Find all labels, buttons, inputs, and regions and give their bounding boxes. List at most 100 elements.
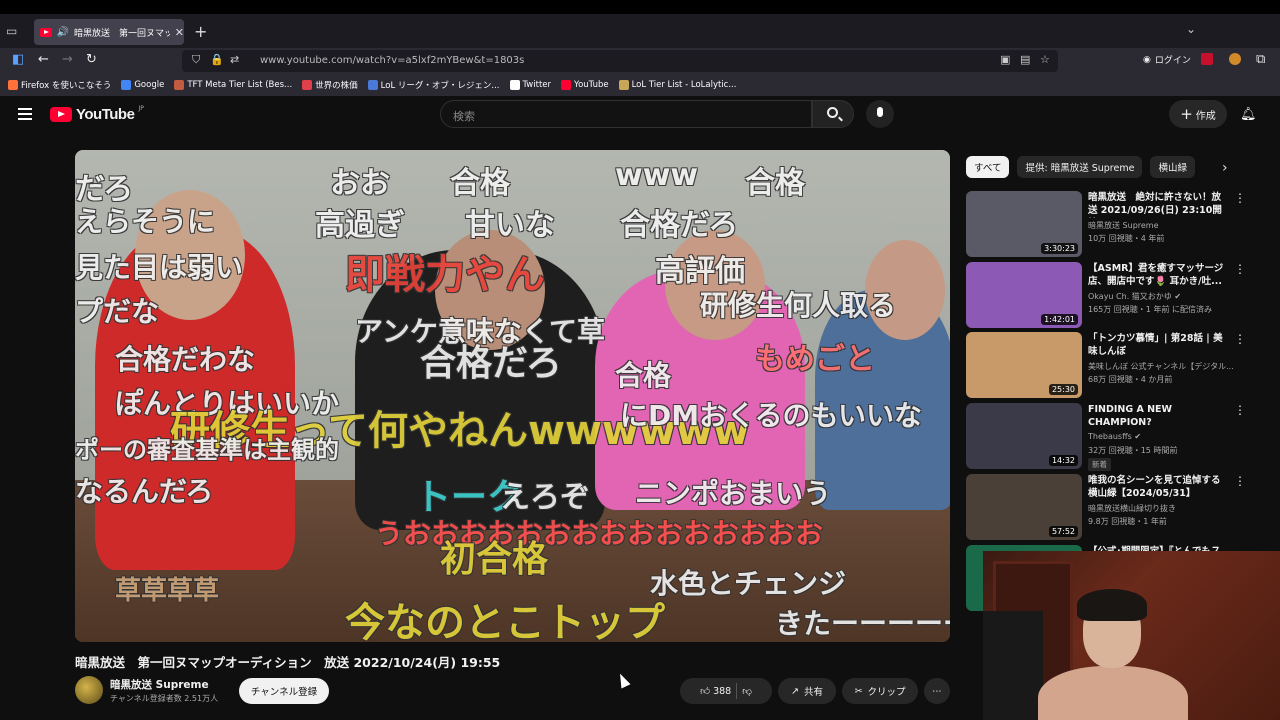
login-label: ログイン [1154,56,1191,66]
logo-region: JP [138,105,144,112]
bookmark-favicon-icon [302,80,313,90]
url-text: www.youtube.com/watch?v=a5lxf2mYBew&t=18… [260,55,525,66]
lock-icon[interactable]: 🔒 [210,53,224,66]
recommendation-title[interactable]: FINDING A NEW CHAMPION? [1088,403,1228,429]
bookmark-item[interactable]: TFT Meta Tier List (Bes... [174,80,292,90]
bookmark-item[interactable]: LoL リーグ・オブ・レジェン... [367,79,500,91]
recommendation-thumbnail[interactable]: 25:30 [966,332,1082,398]
recommendation-title[interactable]: 【ASMR】君を癒すマッサージ店、開店中です🌷 耳かき/吐... [1088,262,1228,288]
plus-icon: + [1180,105,1193,123]
recommendation-item[interactable]: 57:52 唯我の名シーンを見て追悼する横山緑【2024/05/31】暗黒放送横山… [966,474,1266,540]
overlay-comment: 今なのとこトップ [345,600,665,642]
overlay-comment: 合格 [745,166,805,201]
clip-button[interactable]: ✂ クリップ [842,678,918,704]
bookmark-label: YouTube [574,80,609,90]
subscribe-button[interactable]: チャンネル登録 [239,678,329,704]
audio-playing-icon[interactable]: 🔊 [57,27,69,38]
picture-in-picture-icon[interactable]: ▣ [1000,53,1010,66]
browser-tab-active[interactable]: 🔊 暗黒放送 第一回ヌマップオ ✕ [34,19,184,45]
recommendation-title[interactable]: 暗黒放送 絶対に許さない！放送 2021/09/26(日) 23:10開始 [1088,191,1228,218]
sidebar-toggle-icon[interactable]: ◧ [12,52,24,67]
bookmark-favicon-icon [618,80,629,90]
more-actions-icon[interactable]: ⋯ [924,678,950,704]
bookmark-item[interactable]: 世界の株価 [302,79,358,91]
channel-name[interactable]: 暗黒放送 Supreme [110,677,209,692]
dislike-button[interactable]: 👎︎ [742,685,752,697]
bookmark-item[interactable]: YouTube [561,80,609,90]
recommendation-item[interactable]: 14:32 FINDING A NEW CHAMPION? Thebausffs ✔… [966,403,1266,471]
more-options-icon[interactable]: ⋮ [1234,474,1246,488]
bookmark-label: TFT Meta Tier List (Bes... [187,80,293,90]
forward-arrow-icon[interactable]: → [62,52,73,67]
menu-icon[interactable] [18,108,32,120]
save-to-pocket-icon[interactable]: ▤ [1020,53,1030,66]
filter-chip[interactable]: 提供: 暗黒放送 Supreme [1017,156,1143,178]
duration-badge: 3:30:23 [1041,243,1078,254]
bookmark-star-icon[interactable]: ☆ [1040,53,1050,66]
create-button[interactable]: + 作成 [1169,100,1227,128]
address-bar[interactable]: ⛉ 🔒 ⇄ www.youtube.com/watch?v=a5lxf2mYBe… [182,50,1058,72]
more-options-icon[interactable]: ⋮ [1234,262,1246,276]
recommendation-title[interactable]: 唯我の名シーンを見て追悼する横山緑【2024/05/31】 [1088,474,1228,500]
recommendation-meta: 165万 回視聴・1 年前 に配信済み [1088,305,1212,314]
recommendation-channel: 美味しんぼ 公式チャンネル【デジタル... [1088,362,1234,371]
bookmark-item[interactable]: Google [121,80,164,90]
notifications-bell-icon[interactable]: 🔔︎ [1240,107,1257,122]
recommendation-meta: 10万 回視聴・4 年前 [1088,234,1165,243]
overlay-comment: 合格 [450,166,510,201]
more-options-icon[interactable]: ⋮ [1234,332,1246,346]
recommendation-thumbnail[interactable]: 57:52 [966,474,1082,540]
filter-chips: すべて 提供: 暗黒放送 Supreme 横山緑 [966,156,1195,178]
recommendation-thumbnail[interactable]: 3:30:23 [966,191,1082,257]
share-button[interactable]: ↗ 共有 [778,678,836,704]
filter-chip[interactable]: 横山緑 [1150,156,1195,178]
logo-text: YouTube [76,106,135,123]
bookmark-favicon-icon [121,80,132,90]
more-options-icon[interactable]: ⋮ [1234,191,1246,205]
search-icon [827,107,838,118]
like-button[interactable]: 👍︎ 388 [700,685,731,697]
reload-icon[interactable]: ↻ [86,52,97,67]
recommendation-item[interactable]: 1:42:01 【ASMR】君を癒すマッサージ店、開店中です🌷 耳かき/吐... O… [966,262,1266,328]
chevron-right-icon[interactable]: › [1222,160,1228,176]
tab-list-icon[interactable]: ▭ [6,24,24,40]
shield-icon[interactable]: ⛉ [192,53,200,67]
video-player[interactable]: だろ おお 合格 www 合格 えらそうに 高過ぎ 甘いな 合格だろ 見た目は弱い 即戦力やん 高評価… [75,150,950,642]
webcam-person-body [1038,666,1188,720]
recommendation-channel: 暗黒放送横山緑切り抜き [1088,504,1176,513]
recommendation-item[interactable]: 25:30 「トンカツ慕情」| 第28話 | 美味しんぼ美味しんぼ 公式チャンネル… [966,332,1266,398]
recommendation-title[interactable]: 「トンカツ慕情」| 第28話 | 美味しんぼ [1088,332,1228,358]
more-options-icon[interactable]: ⋮ [1234,403,1246,417]
tab-close-icon[interactable]: ✕ [175,26,184,39]
login-button[interactable]: ◉ ログイン [1143,53,1191,67]
extensions-puzzle-icon[interactable]: ⧉ [1256,52,1265,67]
new-tab-icon[interactable]: + [194,22,207,41]
channel-avatar[interactable] [75,676,103,704]
filter-chip[interactable]: すべて [966,156,1010,178]
recommendation-item[interactable]: 3:30:23 暗黒放送 絶対に許さない！放送 2021/09/26(日) 23:… [966,191,1266,257]
back-arrow-icon[interactable]: ← [38,52,49,67]
overlay-comment: 合格だわな [115,343,256,376]
bookmark-item[interactable]: Firefox を使いこなそう [8,79,111,91]
extension-icon[interactable] [1201,53,1213,65]
voice-search-mic-icon[interactable] [866,100,894,128]
overlay-comment: にDMおくるのもいいな [620,399,922,432]
webcam-chair [983,611,1043,720]
youtube-logo[interactable]: YouTube JP [50,105,144,123]
recommendation-channel: 暗黒放送 Supreme [1088,221,1159,230]
video-title: 暗黒放送 第一回ヌマップオーディション 放送 2022/10/24(月) 19:… [75,655,501,670]
bookmark-item[interactable]: LoL Tier List - LoLalytic... [618,80,736,90]
chevron-down-icon[interactable]: ⌄ [1186,22,1196,36]
like-count: 388 [713,686,732,697]
recommendation-thumbnail[interactable]: 1:42:01 [966,262,1082,328]
recommendation-thumbnail[interactable]: 14:32 [966,403,1082,469]
overlay-comment: 合格 [615,359,672,392]
youtube-header: YouTube JP 検索 + 作成 🔔︎ [0,96,1280,136]
browser-nav-bar: ◧ ← → ↻ ⛉ 🔒 ⇄ www.youtube.com/watch?v=a5… [0,48,1280,74]
search-input[interactable]: 検索 [440,100,812,128]
share-label: 共有 [803,687,823,698]
search-button[interactable] [812,100,854,128]
extension-cookie-icon[interactable] [1229,53,1241,65]
permissions-icon[interactable]: ⇄ [230,53,239,66]
bookmark-item[interactable]: Twitter [509,80,551,90]
